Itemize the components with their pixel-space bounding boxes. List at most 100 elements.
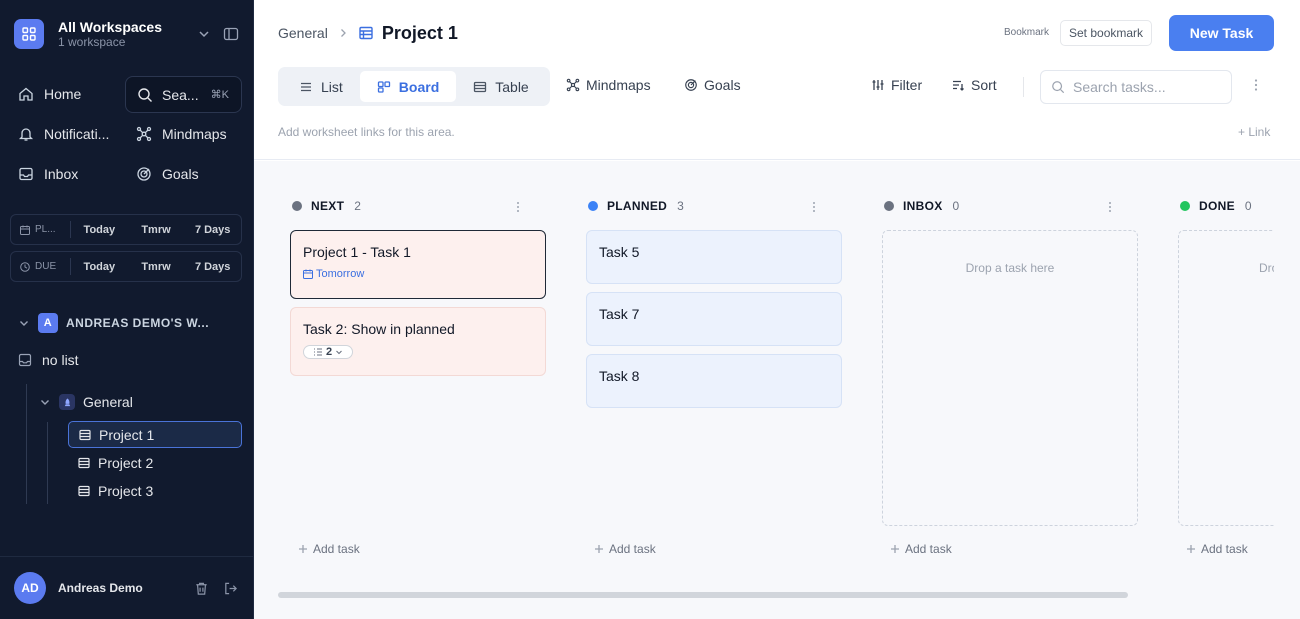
planned-today-button[interactable]: Today	[71, 224, 128, 236]
column-menu-icon[interactable]	[1108, 201, 1112, 213]
filter-button[interactable]: Filter	[871, 77, 922, 93]
add-task-button[interactable]: Add task	[1186, 542, 1248, 556]
plus-icon	[299, 545, 307, 553]
sort-icon	[953, 80, 964, 91]
new-task-button[interactable]: New Task	[1169, 15, 1274, 51]
nav-notifications[interactable]: Notificati...	[18, 126, 109, 142]
search-shortcut: ⌘K	[210, 89, 229, 101]
planned-tomorrow-button[interactable]: Tmrw	[128, 224, 185, 236]
due-tomorrow-button[interactable]: Tmrw	[128, 261, 185, 273]
task-card[interactable]: Task 7	[586, 292, 842, 346]
add-task-button[interactable]: Add task	[890, 542, 952, 556]
task-card[interactable]: Task 8	[586, 354, 842, 408]
due-week-button[interactable]: 7 Days	[184, 261, 241, 273]
workspace-tree-name: ANDREAS DEMO'S W...	[66, 316, 210, 330]
toolbar-divider	[1023, 77, 1024, 97]
drop-zone[interactable]: Dro	[1178, 230, 1274, 526]
nav-home-label: Home	[44, 86, 82, 102]
column-status-dot	[292, 201, 302, 211]
avatar[interactable]: AD	[14, 572, 46, 604]
bookmark-label: Bookmark	[1004, 27, 1050, 38]
column-menu-icon[interactable]	[516, 201, 520, 213]
main-content: General Project 1 Bookmark Set bookmark …	[254, 0, 1300, 619]
mindmap-icon	[566, 78, 580, 92]
due-today-button[interactable]: Today	[71, 261, 128, 273]
calendar-icon	[303, 269, 313, 279]
column-name: NEXT	[311, 199, 345, 213]
trash-icon[interactable]	[194, 581, 209, 596]
tab-mindmaps-label: Mindmaps	[586, 77, 651, 93]
workspace-switcher[interactable]: All Workspaces 1 workspace	[14, 17, 239, 51]
tree-project-3[interactable]: Project 3	[68, 477, 242, 504]
column-header: INBOX 0	[884, 199, 1126, 213]
chevron-down-icon[interactable]	[197, 27, 211, 41]
more-options-icon[interactable]	[1254, 78, 1258, 92]
chevron-down-icon	[41, 400, 49, 405]
workspace-count: 1 workspace	[58, 34, 126, 49]
due-date-chip[interactable]: Tomorrow	[303, 268, 533, 280]
add-task-label: Add task	[313, 542, 360, 556]
workspace-title: All Workspaces	[58, 18, 163, 35]
column-name: PLANNED	[607, 199, 668, 213]
tree-project-1[interactable]: Project 1	[68, 421, 242, 448]
tab-list[interactable]: List	[282, 71, 360, 102]
tab-table[interactable]: Table	[456, 71, 545, 102]
add-task-button[interactable]: Add task	[298, 542, 360, 556]
task-card[interactable]: Task 5	[586, 230, 842, 284]
workspace-badge: A	[38, 313, 58, 333]
mindmap-icon	[136, 126, 152, 142]
tab-goals[interactable]: Goals	[684, 77, 741, 93]
task-card[interactable]: Task 2: Show in planned 2	[290, 307, 546, 376]
checklist-icon	[314, 348, 322, 356]
column-name: INBOX	[903, 199, 943, 213]
list-icon	[79, 429, 91, 440]
board-icon	[377, 80, 390, 93]
add-task-button[interactable]: Add task	[594, 542, 656, 556]
sidebar-toggle-icon[interactable]	[223, 26, 239, 42]
nav-mindmaps[interactable]: Mindmaps	[136, 126, 227, 142]
task-card[interactable]: Project 1 - Task 1 Tomorrow	[290, 230, 546, 299]
planned-week-button[interactable]: 7 Days	[184, 224, 241, 236]
subtasks-chip[interactable]: 2	[303, 345, 354, 359]
filter-icon	[872, 80, 884, 90]
user-footer: AD Andreas Demo	[0, 556, 254, 619]
tab-board[interactable]: Board	[359, 71, 457, 102]
column-done: DONE 0 Dro Add task	[1166, 161, 1274, 619]
search-input[interactable]	[1073, 79, 1223, 95]
column-header: DONE 0	[1180, 199, 1274, 213]
target-icon	[137, 167, 151, 181]
column-count: 0	[952, 199, 960, 213]
tree-folder-label: General	[83, 394, 133, 410]
horizontal-scrollbar[interactable]	[278, 592, 1128, 598]
column-menu-icon[interactable]	[812, 201, 816, 213]
nav-inbox[interactable]: Inbox	[18, 166, 78, 182]
column-planned: PLANNED 3 Task 5 Task 7 Task 8 Add task	[574, 161, 842, 619]
tree-project-label: Project 2	[98, 454, 154, 471]
target-icon	[685, 79, 697, 91]
due-filter: DUE Today Tmrw 7 Days	[10, 251, 242, 282]
drop-zone[interactable]: Drop a task here	[882, 230, 1138, 526]
sidebar-search-button[interactable]: Sea... ⌘K	[125, 76, 242, 113]
column-count: 2	[354, 199, 361, 213]
tree-project-2[interactable]: Project 2	[68, 449, 242, 476]
sort-button[interactable]: Sort	[951, 77, 997, 93]
add-link-button[interactable]: + Link	[1238, 125, 1270, 139]
tree-no-list[interactable]: no list	[18, 352, 79, 368]
page-title: Project 1	[381, 22, 458, 43]
logout-icon[interactable]	[223, 581, 238, 596]
plus-icon	[891, 545, 899, 553]
workspace-tree-header[interactable]: A ANDREAS DEMO'S W...	[18, 313, 209, 333]
tree-folder-general[interactable]: General	[39, 394, 133, 410]
set-bookmark-button[interactable]: Set bookmark	[1060, 20, 1153, 46]
kanban-board: NEXT 2 Project 1 - Task 1 Tomorrow Task …	[254, 161, 1300, 619]
column-count: 3	[677, 199, 684, 213]
nav-goals[interactable]: Goals	[136, 166, 199, 182]
nav-home[interactable]: Home	[18, 86, 81, 102]
add-task-label: Add task	[609, 542, 656, 556]
breadcrumb-parent[interactable]: General	[278, 25, 328, 41]
list-icon	[78, 457, 90, 468]
planned-filter-label: PL...	[11, 221, 71, 238]
column-status-dot	[588, 201, 598, 211]
tab-mindmaps[interactable]: Mindmaps	[566, 77, 651, 93]
tree-project-label: Project 3	[98, 482, 154, 499]
